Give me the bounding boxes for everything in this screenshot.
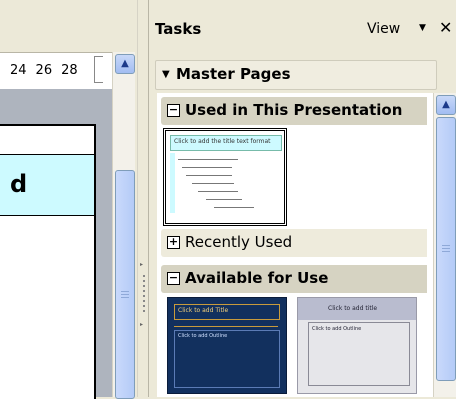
editor-vertical-scrollbar[interactable]: ▲: [112, 52, 135, 399]
scroll-up-button[interactable]: ▲: [436, 95, 456, 115]
section-label: Used in This Presentation: [185, 101, 403, 119]
editor-toolbar-area: [0, 0, 137, 46]
view-menu-button[interactable]: View: [367, 21, 400, 37]
ruler-number: 26: [35, 63, 53, 78]
section-label: Available for Use: [185, 269, 329, 287]
section-available-for-use[interactable]: − Available for Use: [161, 265, 427, 293]
task-pane-vertical-scrollbar[interactable]: ▲: [433, 93, 456, 397]
task-pane: Tasks View ▼ ✕ ▼ Master Pages − Used in …: [148, 0, 456, 397]
ruler-number: 28: [61, 63, 78, 78]
scroll-up-button[interactable]: ▲: [115, 54, 135, 74]
section-recently-used[interactable]: + Recently Used: [161, 229, 427, 257]
section-label: Recently Used: [185, 233, 293, 251]
chevron-up-icon: ▲: [442, 99, 450, 110]
collapse-toggle-icon[interactable]: −: [167, 272, 180, 285]
thumbnail-title-text: Click to add title: [328, 305, 378, 312]
scroll-thumb[interactable]: [115, 170, 135, 399]
master-thumbnail-blue[interactable]: Click to add Title Click to add Outline: [167, 297, 287, 394]
master-thumbnail-grey[interactable]: Click to add title Click to add Outline: [297, 297, 417, 394]
dropdown-arrow-icon[interactable]: ▼: [419, 23, 426, 33]
master-thumbnail-used[interactable]: Click to add the title text format: [163, 128, 287, 226]
close-icon[interactable]: ✕: [439, 18, 452, 37]
slide-title-text[interactable]: d: [10, 170, 27, 198]
master-pages-panel: − Used in This Presentation Click to add…: [157, 93, 456, 397]
section-used-in-presentation[interactable]: − Used in This Presentation: [161, 97, 427, 125]
slide-editor: 24 26 28 d ▲: [0, 0, 137, 399]
expand-toggle-icon[interactable]: +: [167, 236, 180, 249]
collapse-triangle-icon: ▼: [162, 69, 170, 80]
scroll-thumb[interactable]: [436, 117, 456, 381]
master-pages-header[interactable]: ▼ Master Pages: [155, 60, 437, 90]
collapse-toggle-icon[interactable]: −: [167, 104, 180, 117]
splitter-grip-icon: [143, 275, 145, 315]
slide-canvas[interactable]: d: [0, 124, 96, 399]
master-pages-label: Master Pages: [176, 65, 291, 83]
thumbnail-body-text: Click to add Outline: [312, 326, 362, 332]
thumbnail-title-text: Click to add Title: [178, 307, 229, 314]
thumbnail-body-text: Click to add Outline: [178, 333, 228, 339]
thumbnail-title-text: Click to add the title text format: [174, 138, 271, 145]
splitter-arrow-icon: ▸: [140, 261, 144, 268]
ruler-number: 24: [10, 63, 27, 78]
splitter-arrow-icon: ▸: [140, 321, 144, 328]
task-pane-title: Tasks: [155, 20, 202, 38]
chevron-up-icon: ▲: [121, 58, 129, 69]
task-pane-header: Tasks View ▼ ✕: [149, 0, 456, 52]
ruler-margin-marker[interactable]: [94, 56, 103, 83]
